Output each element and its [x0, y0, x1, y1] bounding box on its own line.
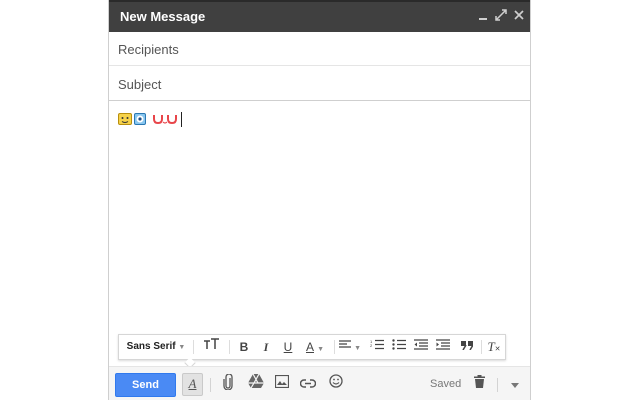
compose-title-bar[interactable]: New Message — [109, 0, 530, 32]
formatting-toolbar: Sans Serif ▼ ▼ B I U A ▼ ▼ 12 — [118, 334, 506, 376]
svg-text:2: 2 — [370, 343, 373, 348]
underline-icon[interactable]: U — [278, 335, 298, 359]
pink-uu-emoticon — [152, 113, 178, 126]
toolbar-divider — [193, 340, 194, 354]
align-icon[interactable]: ▼ — [337, 335, 363, 359]
inserted-emojis — [118, 111, 182, 127]
close-icon[interactable] — [511, 7, 527, 23]
minimize-icon[interactable] — [475, 7, 491, 23]
compose-window: New Message Recipients Subject Sans Seri… — [108, 0, 531, 400]
bulleted-list-icon[interactable] — [389, 335, 409, 359]
remove-formatting-label: T — [487, 339, 495, 354]
compose-title: New Message — [120, 9, 206, 24]
formatting-options-button[interactable]: A — [182, 373, 203, 396]
yellow-face-emoji — [118, 113, 132, 125]
font-family-select[interactable]: Sans Serif ▼ — [125, 335, 187, 359]
bottom-divider — [497, 378, 498, 392]
saved-status: Saved — [430, 378, 462, 390]
message-body[interactable] — [109, 102, 530, 330]
title-bar-top-edge — [109, 0, 530, 2]
indent-more-icon[interactable] — [433, 335, 453, 359]
compose-bottom-bar: Send A Saved — [109, 366, 530, 400]
attach-icon[interactable] — [218, 373, 238, 394]
recipients-placeholder: Recipients — [118, 42, 179, 57]
photo-icon[interactable] — [272, 374, 292, 394]
subject-field[interactable]: Subject — [109, 67, 530, 101]
toolbar-divider — [229, 340, 230, 354]
subject-placeholder: Subject — [118, 77, 162, 92]
link-icon[interactable] — [298, 374, 318, 394]
emoji-icon[interactable] — [326, 374, 346, 394]
popout-icon[interactable] — [493, 7, 509, 23]
text-color-icon[interactable]: A ▼ — [300, 335, 330, 359]
font-family-label: Sans Serif — [126, 341, 176, 352]
blue-face-emoji — [134, 113, 146, 125]
font-size-icon[interactable]: ▼ — [199, 335, 225, 376]
quote-icon[interactable] — [457, 335, 477, 359]
toolbar-divider — [334, 340, 335, 354]
toolbar-divider — [481, 340, 482, 354]
text-color-label: A — [305, 340, 314, 354]
drive-icon[interactable] — [246, 373, 266, 394]
remove-formatting-icon[interactable]: T✕ — [485, 335, 503, 359]
formatting-toggle-label: A — [188, 376, 197, 391]
bottom-divider — [210, 378, 211, 392]
send-button[interactable]: Send — [115, 373, 176, 397]
chevron-down-icon: ▼ — [178, 344, 186, 351]
more-options-icon[interactable] — [505, 374, 525, 394]
text-cursor — [181, 111, 182, 127]
recipients-field[interactable]: Recipients — [109, 32, 530, 66]
indent-less-icon[interactable] — [411, 335, 431, 359]
trash-icon[interactable] — [469, 374, 489, 394]
numbered-list-icon[interactable]: 12 — [367, 335, 387, 359]
italic-icon[interactable]: I — [256, 335, 276, 359]
bold-icon[interactable]: B — [234, 335, 254, 359]
